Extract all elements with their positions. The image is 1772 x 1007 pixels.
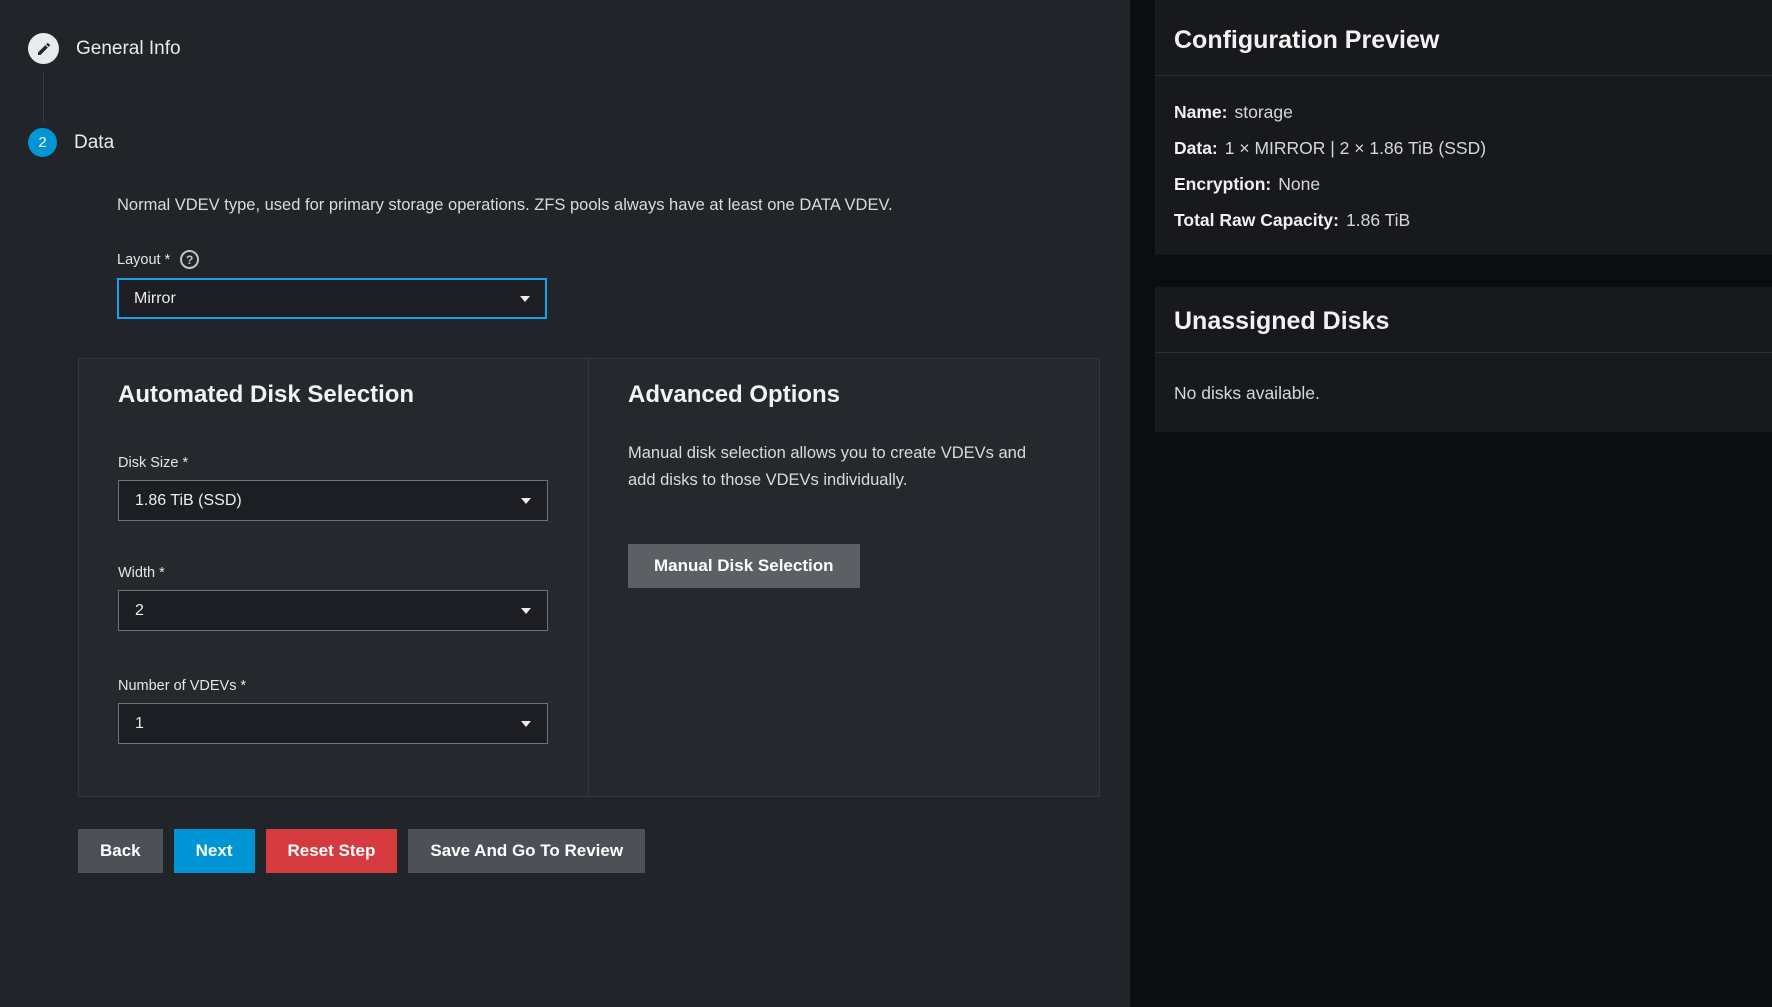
pencil-icon [36, 41, 52, 57]
configuration-preview-body: Name: storage Data: 1 × MIRROR | 2 × 1.86 … [1155, 76, 1772, 255]
advanced-options-description: Manual disk selection allows you to crea… [628, 440, 1053, 494]
configuration-preview-card: Configuration Preview Name: storage Data:… [1155, 0, 1772, 255]
unassigned-disks-title: Unassigned Disks [1155, 287, 1772, 353]
help-icon[interactable]: ? [180, 250, 199, 269]
chevron-down-icon [521, 498, 531, 504]
layout-field-label-row: Layout * ? [117, 250, 1130, 269]
vdevs-number-value: 1 [135, 715, 144, 733]
pool-creation-wizard: General Info 2 Data Normal VDEV type, us… [0, 0, 1772, 1007]
step2-number-badge[interactable]: 2 [28, 128, 57, 157]
chevron-down-icon [521, 721, 531, 727]
automated-disk-selection-title: Automated Disk Selection [118, 381, 548, 409]
layout-select-value: Mirror [134, 290, 176, 308]
back-button[interactable]: Back [78, 829, 163, 873]
preview-capacity-label: Total Raw Capacity: [1174, 210, 1339, 230]
chevron-down-icon [520, 296, 530, 302]
stepper-connector [43, 71, 44, 123]
preview-row-capacity: Total Raw Capacity: 1.86 TiB [1174, 210, 1752, 231]
disk-size-value: 1.86 TiB (SSD) [135, 492, 242, 510]
advanced-options-column: Advanced Options Manual disk selection a… [589, 359, 1099, 796]
step2-label[interactable]: Data [74, 132, 114, 154]
step-actions: Back Next Reset Step Save And Go To Revi… [78, 829, 1130, 913]
step2-number: 2 [38, 134, 46, 151]
disk-selection-panel: Automated Disk Selection Disk Size * 1.8… [78, 358, 1100, 797]
width-select[interactable]: 2 [118, 590, 548, 631]
manual-disk-selection-button[interactable]: Manual Disk Selection [628, 544, 860, 588]
preview-encryption-label: Encryption: [1174, 174, 1271, 194]
data-step-content: Normal VDEV type, used for primary stora… [117, 196, 1130, 913]
preview-capacity-value: 1.86 TiB [1346, 210, 1410, 230]
automated-disk-selection-column: Automated Disk Selection Disk Size * 1.8… [79, 359, 589, 796]
wizard-main: General Info 2 Data Normal VDEV type, us… [0, 0, 1130, 1007]
preview-row-data: Data: 1 × MIRROR | 2 × 1.86 TiB (SSD) [1174, 138, 1752, 159]
data-vdev-description: Normal VDEV type, used for primary stora… [117, 196, 1130, 215]
width-value: 2 [135, 602, 144, 620]
layout-field-label: Layout * [117, 252, 170, 268]
next-button[interactable]: Next [174, 829, 255, 873]
advanced-options-title: Advanced Options [628, 381, 1053, 409]
disk-size-select[interactable]: 1.86 TiB (SSD) [118, 480, 548, 521]
vdevs-number-select[interactable]: 1 [118, 703, 548, 744]
vdevs-number-label: Number of VDEVs * [118, 678, 548, 694]
unassigned-disks-card: Unassigned Disks No disks available. [1155, 287, 1772, 432]
step1-edit-badge[interactable] [28, 33, 59, 64]
stepper-step-general-info[interactable]: General Info [0, 0, 1130, 64]
preview-name-label: Name: [1174, 102, 1228, 122]
preview-row-encryption: Encryption: None [1174, 174, 1752, 195]
stepper-step-data[interactable]: 2 Data [0, 128, 1130, 157]
no-disks-available-text: No disks available. [1174, 383, 1320, 403]
save-and-go-to-review-button[interactable]: Save And Go To Review [408, 829, 645, 873]
chevron-down-icon [521, 608, 531, 614]
unassigned-disks-body: No disks available. [1155, 353, 1772, 432]
layout-select[interactable]: Mirror [117, 278, 547, 319]
preview-encryption-value: None [1278, 174, 1320, 194]
preview-data-value: 1 × MIRROR | 2 × 1.86 TiB (SSD) [1225, 138, 1486, 158]
preview-row-name: Name: storage [1174, 102, 1752, 123]
configuration-preview-title: Configuration Preview [1155, 0, 1772, 76]
disk-size-label: Disk Size * [118, 455, 548, 471]
preview-name-value: storage [1235, 102, 1293, 122]
summary-sidebar: Configuration Preview Name: storage Data:… [1130, 0, 1772, 1007]
width-label: Width * [118, 565, 548, 581]
preview-data-label: Data: [1174, 138, 1218, 158]
reset-step-button[interactable]: Reset Step [266, 829, 398, 873]
step1-label[interactable]: General Info [76, 38, 181, 60]
